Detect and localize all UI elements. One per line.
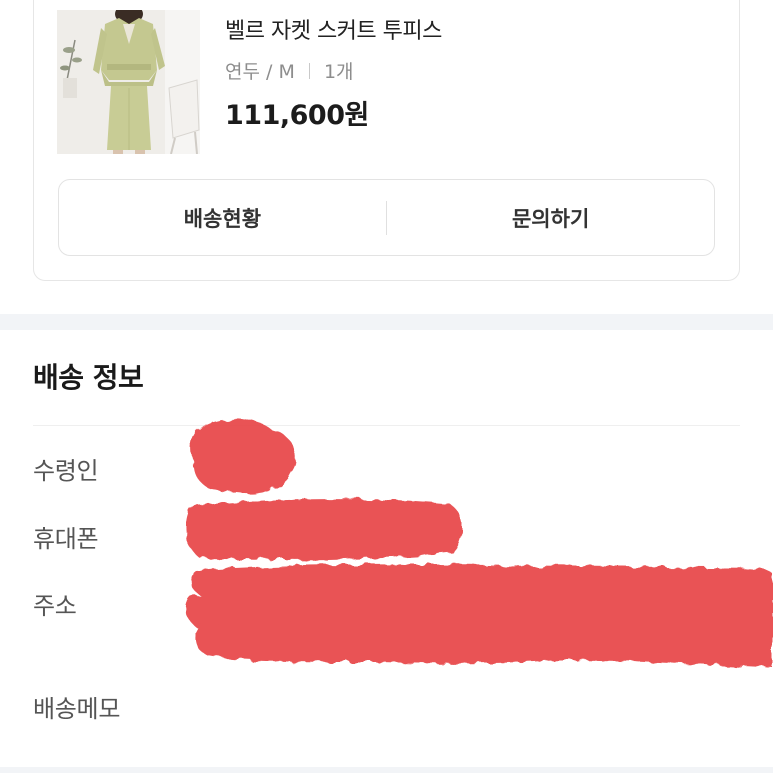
section-divider-bottom [0, 767, 773, 773]
redaction-scribble [185, 418, 773, 668]
